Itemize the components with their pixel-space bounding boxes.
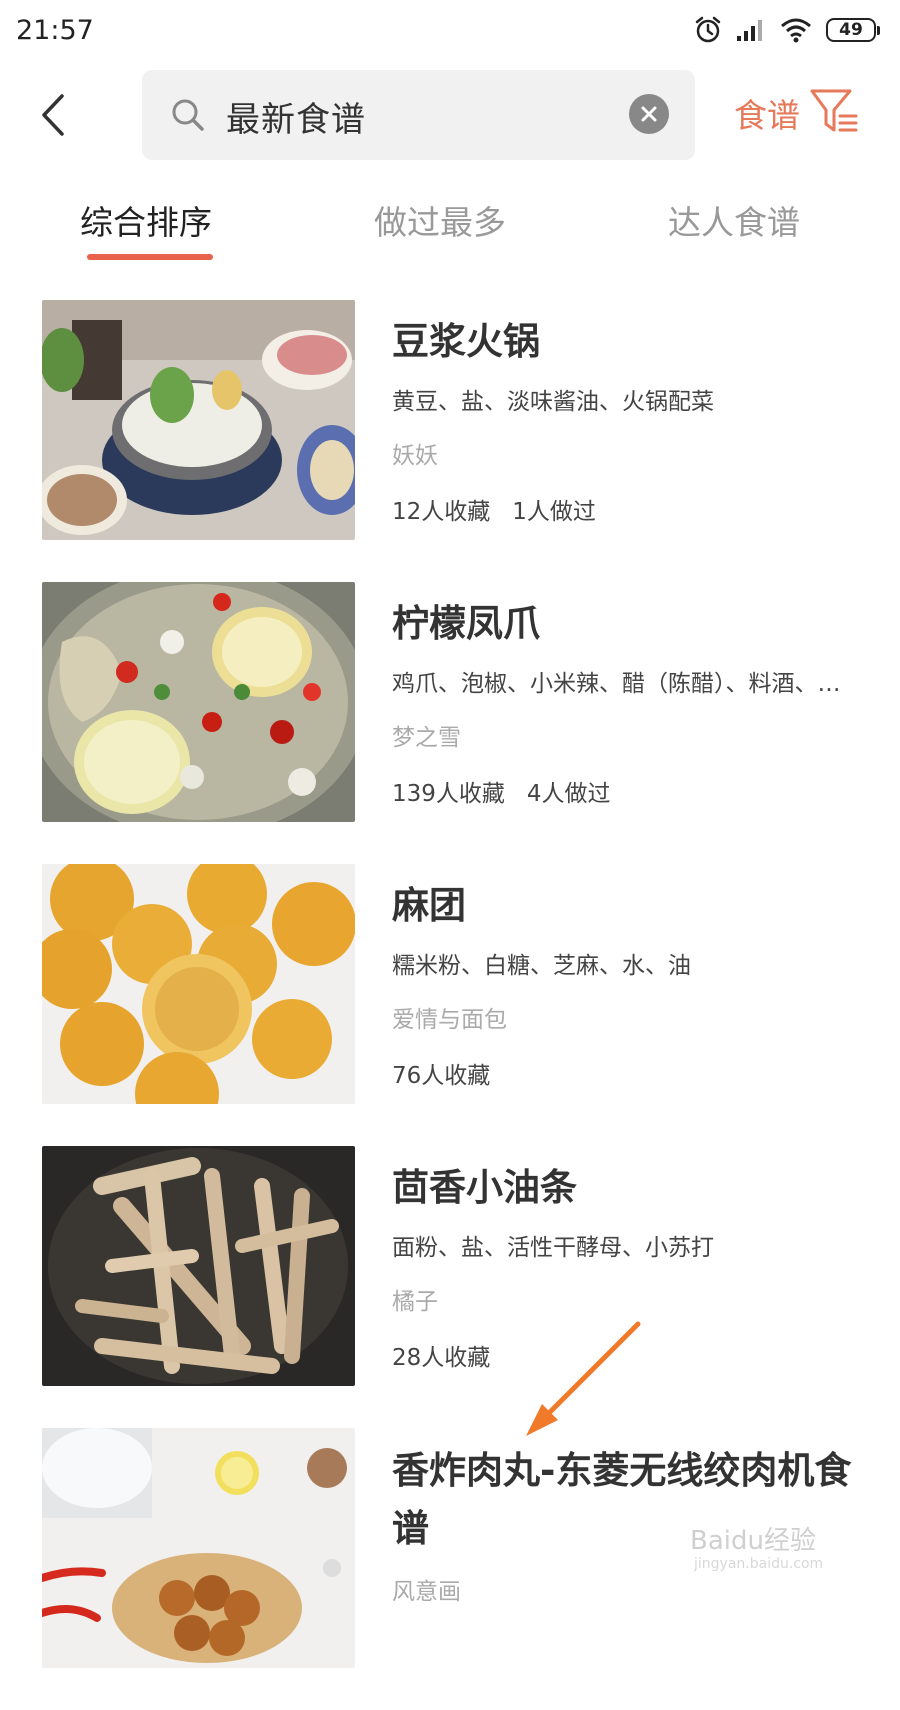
status-icons: 49 <box>694 16 880 44</box>
favorites-count: 28人收藏 <box>392 1345 491 1371</box>
filter-button[interactable]: 食谱 <box>734 88 858 138</box>
tab-active-indicator <box>87 254 213 260</box>
made-count: 4人做过 <box>526 781 611 807</box>
recipe-title: 麻团 <box>392 884 466 927</box>
search-header: 最新食谱 食谱 <box>0 70 900 160</box>
tab-most-made[interactable]: 做过最多 <box>374 196 506 244</box>
battery-level: 49 <box>826 18 876 42</box>
made-count: 1人做过 <box>512 499 596 525</box>
recipe-stats: 76人收藏 <box>392 1056 862 1090</box>
recipe-item[interactable]: 豆浆火锅 黄豆、盐、淡味酱油、火锅配菜 妖妖 12人收藏 1人做过 <box>0 300 900 582</box>
recipe-info: 豆浆火锅 黄豆、盐、淡味酱油、火锅配菜 妖妖 12人收藏 1人做过 <box>392 314 862 526</box>
favorites-count: 76人收藏 <box>392 1063 491 1089</box>
annotation-arrow-icon <box>526 1321 641 1436</box>
recipe-image <box>42 1146 355 1386</box>
wifi-icon <box>780 17 812 43</box>
close-icon <box>641 106 657 122</box>
favorites-count: 139人收藏 <box>392 781 505 807</box>
recipe-author[interactable]: 橘子 <box>392 1282 862 1316</box>
recipe-item[interactable]: 麻团 糯米粉、白糖、芝麻、水、油 爱情与面包 76人收藏 <box>0 864 900 1146</box>
recipe-list: 豆浆火锅 黄豆、盐、淡味酱油、火锅配菜 妖妖 12人收藏 1人做过 柠檬凤爪 鸡… <box>0 300 900 1710</box>
search-input[interactable]: 最新食谱 <box>142 70 695 160</box>
alarm-icon <box>694 16 722 44</box>
tab-comprehensive[interactable]: 综合排序 <box>80 196 212 244</box>
watermark-url: jingyan.baidu.com <box>694 1556 824 1572</box>
battery-icon: 49 <box>826 18 880 42</box>
clear-button[interactable] <box>629 94 669 134</box>
recipe-image <box>42 864 355 1104</box>
recipe-info: 柠檬凤爪 鸡爪、泡椒、小米辣、醋（陈醋）、料酒、… 梦之雪 139人收藏 4人做… <box>392 596 862 808</box>
recipe-title: 柠檬凤爪 <box>392 602 540 645</box>
recipe-stats: 12人收藏 1人做过 <box>392 492 862 526</box>
watermark-logo: Baidu经验 <box>690 1526 816 1556</box>
recipe-author[interactable]: 妖妖 <box>392 436 862 470</box>
chevron-left-icon <box>42 94 64 136</box>
recipe-author[interactable]: 风意画 <box>392 1572 862 1606</box>
recipe-item[interactable]: 茴香小油条 面粉、盐、活性干酵母、小苏打 橘子 28人收藏 <box>0 1146 900 1428</box>
recipe-ingredients: 鸡爪、泡椒、小米辣、醋（陈醋）、料酒、… <box>392 671 841 697</box>
recipe-author[interactable]: 梦之雪 <box>392 718 862 752</box>
tab-expert-recipes[interactable]: 达人食谱 <box>668 196 800 244</box>
recipe-image <box>42 1428 355 1668</box>
status-bar: 21:57 49 <box>0 0 900 60</box>
recipe-item[interactable]: 柠檬凤爪 鸡爪、泡椒、小米辣、醋（陈醋）、料酒、… 梦之雪 139人收藏 4人做… <box>0 582 900 864</box>
favorites-count: 12人收藏 <box>392 499 491 525</box>
recipe-ingredients: 黄豆、盐、淡味酱油、火锅配菜 <box>392 389 714 415</box>
recipe-image <box>42 582 355 822</box>
search-value: 最新食谱 <box>226 100 366 140</box>
filter-icon <box>810 88 858 138</box>
back-button[interactable] <box>34 90 74 140</box>
signal-icon <box>736 18 766 42</box>
sort-tabs: 综合排序 做过最多 达人食谱 <box>0 196 900 266</box>
recipe-author[interactable]: 爱情与面包 <box>392 1000 862 1034</box>
search-icon <box>170 97 206 137</box>
recipe-title: 茴香小油条 <box>392 1166 577 1209</box>
recipe-title: 豆浆火锅 <box>392 320 540 363</box>
recipe-ingredients: 面粉、盐、活性干酵母、小苏打 <box>392 1235 714 1261</box>
status-time: 21:57 <box>16 14 94 46</box>
recipe-info: 麻团 糯米粉、白糖、芝麻、水、油 爱情与面包 76人收藏 <box>392 878 862 1090</box>
recipe-stats: 139人收藏 4人做过 <box>392 774 862 808</box>
recipe-image <box>42 300 355 540</box>
recipe-ingredients: 糯米粉、白糖、芝麻、水、油 <box>392 953 691 979</box>
filter-label: 食谱 <box>734 96 800 135</box>
